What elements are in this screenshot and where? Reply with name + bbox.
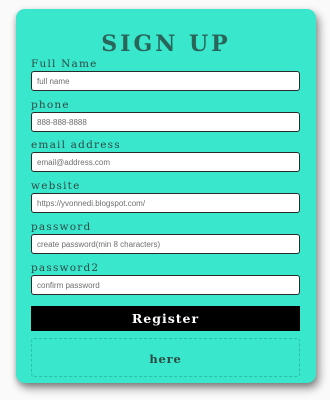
confirm-password-input[interactable] xyxy=(31,275,300,295)
password-input[interactable] xyxy=(31,234,300,254)
phone-label: phone xyxy=(31,99,70,111)
email-label: email address xyxy=(31,139,121,151)
confirm-password-label: password2 xyxy=(31,262,100,274)
password-label: password xyxy=(31,221,92,233)
form-title: SIGN UP xyxy=(101,31,231,57)
website-label: website xyxy=(31,180,81,192)
full-name-label: Full Name xyxy=(31,58,98,70)
email-input[interactable] xyxy=(31,152,300,172)
register-button[interactable]: Register xyxy=(31,306,300,331)
signup-card: SIGN UP Full Name phone email address we… xyxy=(16,9,316,383)
phone-input[interactable] xyxy=(31,112,300,132)
full-name-input[interactable] xyxy=(31,71,300,91)
login-prompt-box: here xyxy=(31,338,300,377)
login-link[interactable]: here xyxy=(149,352,181,366)
website-input[interactable] xyxy=(31,193,300,213)
